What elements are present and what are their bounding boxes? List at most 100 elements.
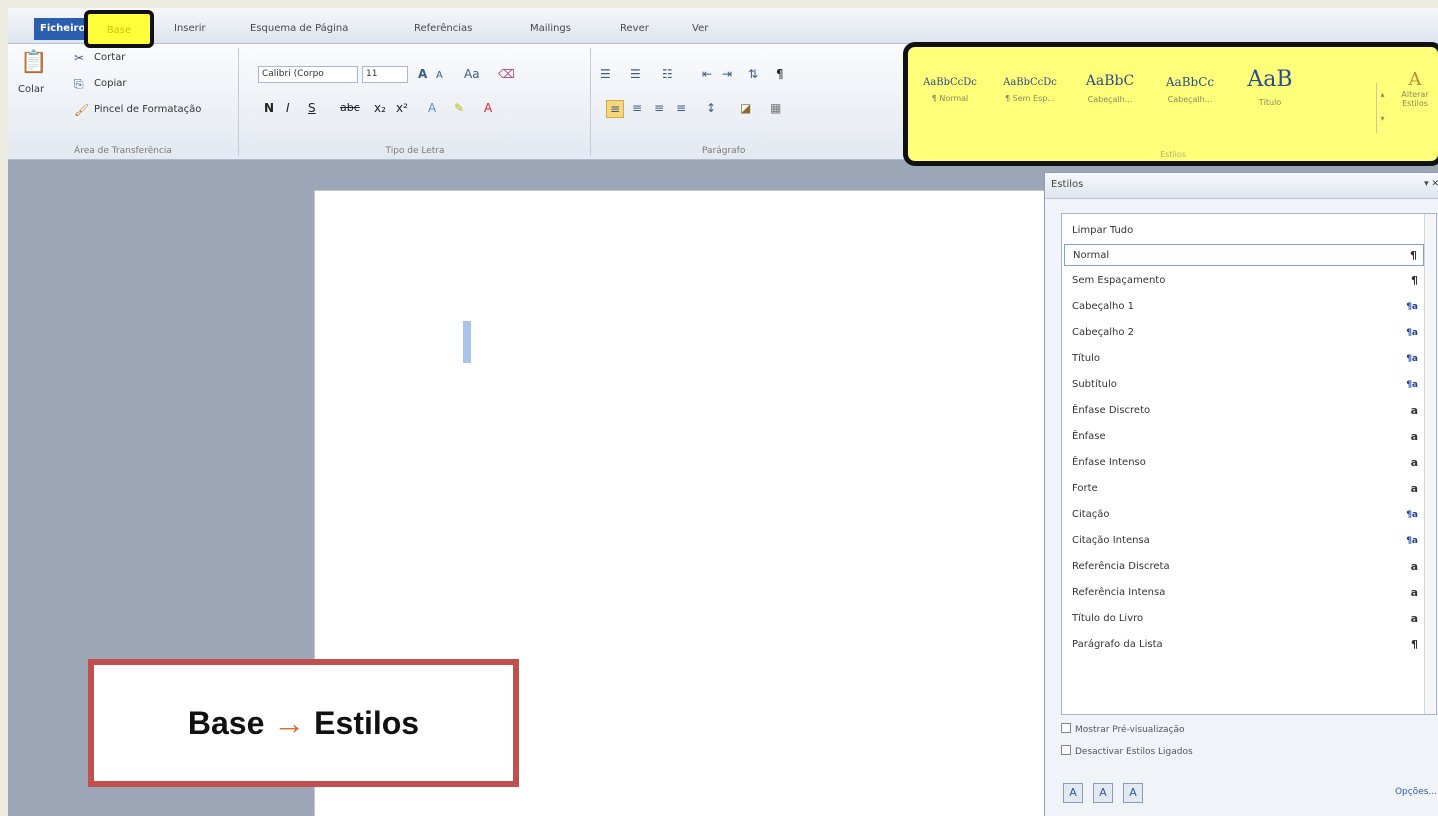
options-link[interactable]: Opções... [1395, 787, 1437, 797]
decrease-indent-icon[interactable]: ⇤ [702, 66, 712, 82]
underline-button[interactable]: S [308, 100, 316, 116]
tab-page-layout[interactable]: Esquema de Página [244, 20, 354, 38]
borders-icon[interactable]: ▦ [770, 100, 781, 116]
styles-list-item[interactable]: Referência Intensa a [1064, 582, 1424, 604]
line-spacing-icon[interactable]: ↕ [706, 100, 716, 116]
change-styles-button[interactable]: A Alterar Estilos [1390, 69, 1438, 108]
style-normal-tile[interactable]: AaBbCcDc ¶ Normal [914, 67, 986, 119]
paragraph-style-icon: ¶ [1411, 274, 1418, 287]
format-painter-icon[interactable]: 🖌 [74, 102, 89, 118]
text-effects-icon[interactable]: A [428, 100, 436, 116]
styles-list-item[interactable]: Normal ¶ [1064, 244, 1424, 266]
styles-list-item[interactable]: Limpar Tudo [1064, 220, 1424, 242]
show-preview-checkbox[interactable]: Mostrar Pré-visualização [1061, 723, 1185, 735]
manage-styles-icon[interactable]: A [1123, 783, 1143, 803]
styles-list-item[interactable]: Título do Livro a [1064, 608, 1424, 630]
styles-list-item[interactable]: Cabeçalho 1 ¶a [1064, 296, 1424, 318]
gallery-scroll[interactable]: ▴ ▾ [1376, 83, 1388, 133]
style-heading1-tile[interactable]: AaBbC Cabeçalh... [1074, 67, 1146, 119]
tab-references[interactable]: Referências [408, 20, 478, 38]
format-painter-button[interactable]: Pincel de Formatação [94, 104, 201, 115]
callout-to: Estilos [314, 705, 420, 741]
tab-file[interactable]: Ficheiro [34, 18, 92, 40]
character-style-icon: a [1410, 430, 1418, 443]
character-style-icon: a [1410, 404, 1418, 417]
multilevel-list-icon[interactable]: ☷ [662, 66, 673, 82]
styles-list-item[interactable]: Título ¶a [1064, 348, 1424, 370]
styles-list-item[interactable]: Referência Discreta a [1064, 556, 1424, 578]
styles-list-item[interactable]: Citação Intensa ¶a [1064, 530, 1424, 552]
disable-linked-checkbox[interactable]: Desactivar Estilos Ligados [1061, 745, 1193, 757]
callout-from: Base [187, 705, 265, 741]
style-name: Cabeçalh... [1087, 95, 1133, 104]
bold-button[interactable]: N [264, 100, 274, 116]
strikethrough-button[interactable]: abc [340, 100, 360, 116]
styles-list-item[interactable]: Ênfase Discreto a [1064, 400, 1424, 422]
tab-mailings[interactable]: Mailings [524, 20, 577, 38]
styles-list-scrollbar[interactable] [1424, 214, 1436, 714]
paste-button[interactable]: Colar [18, 84, 44, 95]
styles-list-item[interactable]: Cabeçalho 2 ¶a [1064, 322, 1424, 344]
styles-list-item[interactable]: Ênfase Intenso a [1064, 452, 1424, 474]
highlight-icon[interactable]: ✎ [454, 100, 464, 116]
character-style-icon: a [1410, 612, 1418, 625]
style-item-label: Citação [1072, 509, 1110, 520]
style-name: Cabeçalh... [1167, 95, 1213, 104]
align-left-icon[interactable]: ≡ [606, 100, 624, 118]
style-heading2-tile[interactable]: AaBbCc Cabeçalh... [1154, 67, 1226, 119]
show-marks-icon[interactable]: ¶ [776, 66, 784, 82]
copy-button[interactable]: Copiar [94, 78, 126, 89]
paste-icon[interactable]: 📋 [20, 50, 47, 76]
new-style-icon[interactable]: A [1063, 783, 1083, 803]
align-right-icon[interactable]: ≡ [654, 100, 664, 116]
style-inspector-icon[interactable]: A [1093, 783, 1113, 803]
paragraph-style-icon: ¶ [1411, 638, 1418, 651]
styles-list-item[interactable]: Ênfase a [1064, 426, 1424, 448]
styles-pane-title: Estilos [1051, 179, 1084, 190]
pane-close-icon[interactable]: ▾ ✕ [1424, 179, 1438, 189]
style-title-tile[interactable]: AaB Título [1234, 67, 1306, 119]
styles-list-item[interactable]: Parágrafo da Lista ¶ [1064, 634, 1424, 656]
font-name-combo[interactable]: Calibri (Corpo [258, 66, 358, 83]
clear-formatting-icon[interactable]: ⌫ [498, 66, 515, 82]
paragraph-group-label: Parágrafo [702, 146, 746, 156]
font-size-combo[interactable]: 11 [362, 66, 408, 83]
styles-list-item[interactable]: Forte a [1064, 478, 1424, 500]
tab-review[interactable]: Rever [614, 20, 655, 38]
superscript-icon[interactable]: x² [396, 100, 408, 116]
bullets-icon[interactable]: ☰ [600, 66, 611, 82]
grow-font-icon[interactable]: A [418, 66, 427, 82]
tab-view[interactable]: Ver [686, 20, 714, 38]
style-item-label: Citação Intensa [1072, 535, 1150, 546]
tab-home[interactable]: Base [84, 10, 154, 48]
styles-list-item[interactable]: Citação ¶a [1064, 504, 1424, 526]
subscript-icon[interactable]: x₂ [374, 100, 386, 116]
shrink-font-icon[interactable]: A [436, 68, 443, 84]
align-center-icon[interactable]: ≡ [632, 100, 642, 116]
change-case-icon[interactable]: Aa [464, 66, 480, 82]
style-item-label: Referência Discreta [1072, 561, 1170, 572]
font-color-icon[interactable]: A [484, 100, 492, 116]
numbering-icon[interactable]: ☰ [630, 66, 641, 82]
shading-icon[interactable]: ◪ [740, 100, 751, 116]
styles-list-item[interactable]: Sem Espaçamento ¶ [1064, 270, 1424, 292]
cut-button[interactable]: Cortar [94, 52, 125, 63]
checkbox-box[interactable] [1061, 745, 1071, 755]
italic-button[interactable]: I [286, 100, 290, 116]
styles-list-item[interactable]: Subtítulo ¶a [1064, 374, 1424, 396]
styles-group-label: Estilos [1160, 150, 1186, 159]
sort-icon[interactable]: ⇅ [748, 66, 758, 82]
style-item-label: Título [1072, 353, 1101, 364]
justify-icon[interactable]: ≡ [676, 100, 686, 116]
paragraph-group: ☰ ☰ ☷ ⇤ ⇥ ⇅ ¶ ≡ ≡ ≡ ≡ ↕ ◪ ▦ Parágrafo [592, 44, 892, 160]
copy-icon[interactable]: ⎘ [74, 76, 84, 92]
tab-insert[interactable]: Inserir [168, 20, 212, 38]
linked-style-icon: ¶a [1406, 328, 1418, 338]
cut-icon[interactable]: ✂ [74, 50, 84, 66]
checkbox-box[interactable] [1061, 723, 1071, 733]
style-no-spacing-tile[interactable]: AaBbCcDc ¶ Sem Esp... [994, 67, 1066, 119]
style-item-label: Forte [1072, 483, 1098, 494]
linked-style-icon: ¶a [1406, 510, 1418, 520]
character-style-icon: a [1410, 586, 1418, 599]
increase-indent-icon[interactable]: ⇥ [722, 66, 732, 82]
